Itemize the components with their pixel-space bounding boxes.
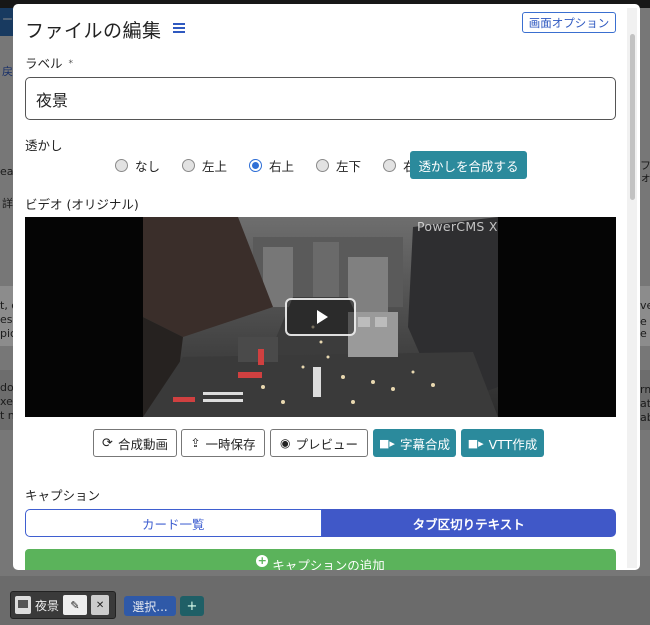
list-icon[interactable] [173, 23, 185, 33]
thumbnail-name: 夜景 [35, 598, 60, 613]
required-mark: * [68, 59, 74, 69]
modal-scrollbar-thumb[interactable] [630, 34, 635, 200]
caption-label: キャプション [25, 488, 101, 503]
pencil-icon[interactable]: ✎ [63, 595, 88, 615]
radio-button[interactable] [115, 159, 128, 172]
video-file-icon [15, 596, 31, 614]
vtt-create-button[interactable]: ■▸ VTT作成 [461, 429, 544, 457]
radio-button[interactable] [182, 159, 196, 172]
file-thumbnail-chip: 夜景 ✎ ✕ [10, 591, 116, 619]
button-label: 一時保存 [205, 436, 256, 452]
video-player[interactable]: PowerCMS X [25, 217, 616, 417]
plus-icon[interactable]: + [180, 596, 204, 616]
preview-button[interactable]: ◉ プレビュー [270, 429, 368, 457]
caption-view-tabs: カード一覧 タブ区切りテキスト [25, 509, 616, 537]
button-label: プレビュー [295, 436, 358, 452]
watermark-option-top-left[interactable]: 左上 [182, 156, 227, 175]
label-field-label: ラベル * [25, 53, 73, 72]
video-camera-icon: ■▸ [467, 436, 484, 450]
button-label: キャプションの追加 [272, 558, 385, 570]
label-input[interactable] [25, 77, 616, 120]
refresh-icon: ⟳ [102, 435, 113, 451]
select-file-button[interactable]: 選択... [124, 596, 176, 616]
plus-circle-icon: + [256, 554, 269, 567]
upload-icon: ⇪ [190, 436, 201, 450]
watermark-option-none[interactable]: なし [115, 156, 160, 175]
button-label: VTT作成 [488, 436, 538, 452]
video-camera-icon: ■▸ [379, 436, 395, 450]
watermark-label: 透かし [25, 138, 63, 153]
temp-save-button[interactable]: ⇪ 一時保存 [181, 429, 265, 457]
label-text: ラベル [25, 56, 63, 71]
watermark-option-top-right[interactable]: 右上 [249, 156, 294, 175]
screen-options-button[interactable]: 画面オプション [522, 12, 616, 33]
radio-button[interactable] [316, 159, 330, 172]
video-label: ビデオ (オリジナル) [25, 197, 139, 212]
radio-label: なし [135, 159, 161, 174]
play-button[interactable] [285, 298, 356, 336]
tab-tab-separated-text[interactable]: タブ区切りテキスト [321, 509, 616, 537]
tab-card-list[interactable]: カード一覧 [25, 509, 322, 537]
apply-watermark-button[interactable]: 透かしを合成する [410, 151, 527, 179]
subtitle-composite-button[interactable]: ■▸ 字幕合成 [373, 429, 456, 457]
add-caption-button[interactable]: + キャプションの追加 [25, 549, 616, 570]
button-label: 字幕合成 [399, 436, 450, 452]
close-icon[interactable]: ✕ [91, 595, 110, 615]
radio-label: 右上 [269, 159, 295, 174]
eye-icon: ◉ [280, 436, 291, 450]
radio-label: 左下 [336, 159, 362, 174]
modal-title: ファイルの編集 [25, 20, 162, 42]
video-watermark-text: PowerCMS X [417, 219, 498, 234]
radio-button-selected[interactable] [249, 159, 263, 172]
watermark-option-bottom-left[interactable]: 左下 [316, 156, 361, 175]
button-label: 合成動画 [117, 436, 168, 452]
radio-label: 左上 [202, 159, 228, 174]
edit-file-modal: ファイルの編集 画面オプション ラベル* 透かし なし 左上 右上 左下 右下 … [13, 4, 640, 570]
composite-video-button[interactable]: ⟳ 合成動画 [93, 429, 177, 457]
watermark-position-group: なし 左上 右上 左下 右下 [115, 156, 450, 175]
radio-button[interactable] [383, 159, 397, 172]
